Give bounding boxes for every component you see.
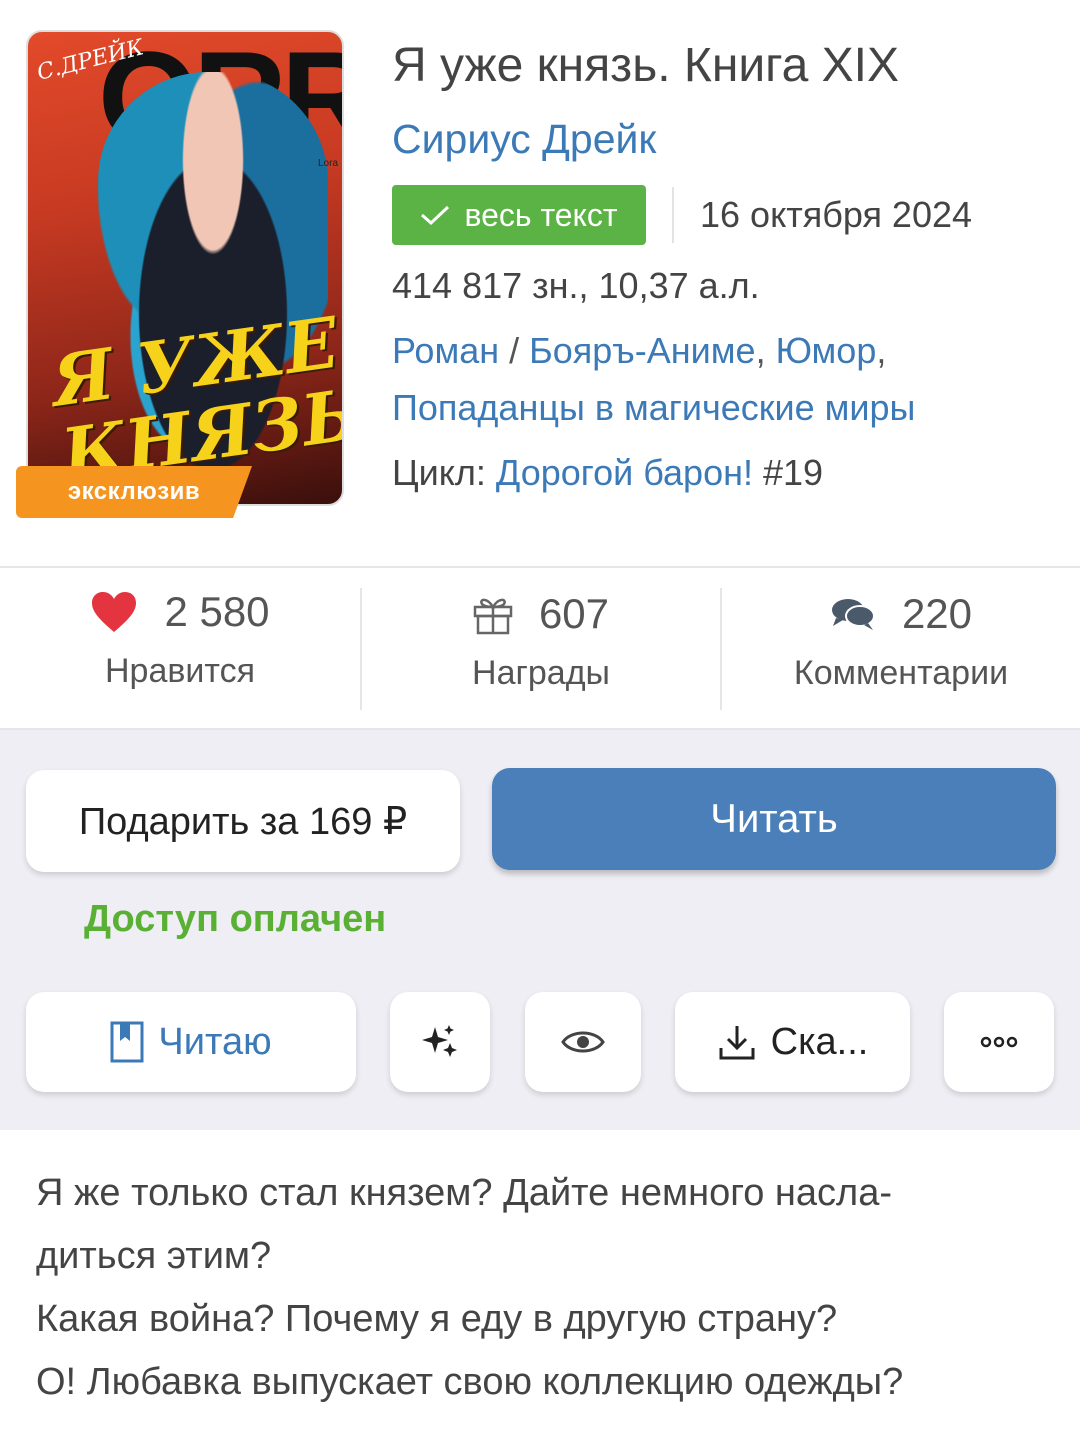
description-line: О! Любавка выпускает свою коллекцию одеж… <box>36 1361 904 1403</box>
publish-date: 16 октября 2024 <box>700 194 973 235</box>
book-title: Я уже князь. Книга XIX <box>392 39 899 92</box>
sparkle-icon <box>422 1025 457 1057</box>
comments-icon <box>831 599 875 630</box>
genre-list: Роман / Бояръ-Аниме, Юмор, Попаданцы в м… <box>392 322 1072 436</box>
more-button[interactable] <box>944 992 1054 1092</box>
eye-icon <box>561 1031 605 1053</box>
full-text-badge: весь текст <box>392 185 646 245</box>
book-header: ORR С.ДРЕЙК Lora Я УЖЕ КНЯЗЬ эксклюзив Я… <box>0 0 1080 566</box>
genre-link[interactable]: Бояръ-Аниме <box>529 330 755 371</box>
book-info: Я уже князь. Книга XIX Сириус Дрейк весь… <box>392 36 1072 508</box>
likes-stat[interactable]: 2 580 Нравится <box>0 568 360 728</box>
status-row: весь текст 16 октября 2024 <box>392 184 1072 246</box>
description-line: Какая война? Почему я еду в другую стран… <box>36 1298 838 1340</box>
heart-icon <box>92 592 137 632</box>
more-icon <box>980 1036 1018 1048</box>
genre-comma: , <box>755 330 776 371</box>
rewards-stat[interactable]: 607 Награды <box>360 588 720 710</box>
divider <box>672 187 674 243</box>
bookmark-icon <box>110 1021 144 1063</box>
genre-separator: / <box>499 330 530 371</box>
access-paid-status: Доступ оплачен <box>84 898 387 940</box>
watch-button[interactable] <box>525 992 641 1092</box>
author-link[interactable]: Сириус Дрейк <box>392 114 1072 164</box>
cycle-label: Цикл: <box>392 452 496 493</box>
check-icon <box>421 205 450 226</box>
comments-label: Комментарии <box>793 654 1009 692</box>
gift-button[interactable]: Подарить за 169 ₽ <box>26 770 460 872</box>
download-icon <box>719 1026 755 1060</box>
recommend-button[interactable] <box>390 992 490 1092</box>
genre-link[interactable]: Юмор <box>776 330 877 371</box>
genre-link[interactable]: Попаданцы в магические миры <box>392 387 915 428</box>
genre-link[interactable]: Роман <box>392 330 499 371</box>
cycle-info: Цикл: Дорогой барон! #19 <box>392 438 1072 508</box>
likes-label: Нравится <box>104 652 256 690</box>
book-description: Я же только стал князем? Дайте немного н… <box>36 1162 1046 1414</box>
rewards-label: Награды <box>472 654 610 692</box>
stats-bar: 2 580 Нравится 607 Награды 220 Комментар… <box>0 566 1080 730</box>
comments-count: 220 <box>901 590 973 637</box>
description-line: диться этим? <box>36 1235 272 1277</box>
reading-button[interactable]: Читаю <box>26 992 356 1092</box>
actions-panel: Подарить за 169 ₽ Читать Доступ оплачен … <box>0 730 1080 1130</box>
download-button[interactable]: Ска... <box>675 992 910 1092</box>
exclusive-badge: эксклюзив <box>16 466 252 518</box>
gift-icon <box>473 598 513 635</box>
comments-stat[interactable]: 220 Комментарии <box>720 588 1080 710</box>
book-cover[interactable]: ORR С.ДРЕЙК Lora Я УЖЕ КНЯЗЬ <box>26 30 344 506</box>
read-button[interactable]: Читать <box>492 768 1056 870</box>
full-text-label: весь текст <box>464 196 618 233</box>
cycle-link[interactable]: Дорогой барон! <box>496 452 753 493</box>
description-line: Я же только стал князем? Дайте немного н… <box>36 1172 893 1214</box>
reading-label: Читаю <box>158 1020 272 1063</box>
book-size: 414 817 зн., 10,37 а.л. <box>392 265 760 306</box>
genre-comma: , <box>876 330 887 371</box>
download-label: Ска... <box>770 1020 869 1063</box>
likes-count: 2 580 <box>164 588 270 635</box>
cover-corner-text: Lora <box>317 158 338 169</box>
rewards-count: 607 <box>538 590 610 637</box>
cycle-number: #19 <box>752 452 824 493</box>
